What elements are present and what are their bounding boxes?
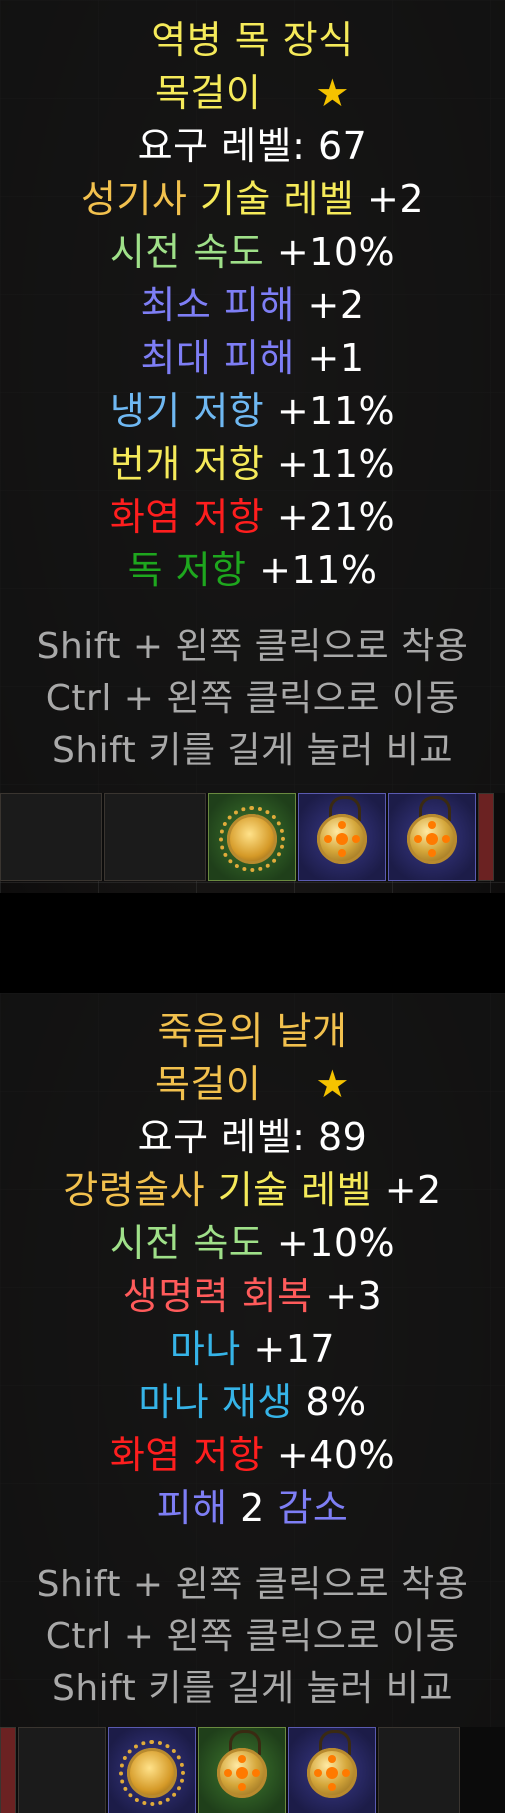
stat-value: +21% [276,495,396,539]
damage-reduction-stat: 피해 2 감소 [0,1482,505,1535]
item-tooltip: 죽음의 날개 목걸이 ★ 요구 레벨: 89 강령술사 기술 레벨 +2 시전 속… [0,993,505,1740]
star-icon: ★ [315,71,350,115]
stat-value: +2 [366,177,425,221]
fire-resist-stat: 화염 저항 +21% [0,491,505,544]
life-regen-stat: 생명력 회복 +3 [0,1270,505,1323]
stat-label: 피해 [156,1486,228,1530]
cross-amulet-icon [307,1748,357,1798]
item-type-line: 목걸이 ★ [0,1058,505,1111]
stat-value: +11% [276,442,396,486]
inventory-slot[interactable] [0,793,102,881]
inventory-slot[interactable] [18,1727,106,1813]
cross-amulet-icon [317,814,367,864]
move-hint: Ctrl + 왼쪽 클릭으로 이동 [45,678,460,719]
stat-value: +11% [259,548,378,592]
stat-label: 시전 속도 [109,1221,265,1265]
inventory-slot[interactable] [208,793,296,881]
item-tooltip: 역병 목 장식 목걸이 ★ 요구 레벨: 67 성기사 기술 레벨 +2 시전 속… [0,0,505,804]
stat-label: 화염 저항 [109,1433,265,1477]
min-damage-stat: 최소 피해 +2 [0,279,505,332]
class-name: 강령술사 [63,1168,206,1212]
sun-amulet-icon [119,1740,185,1806]
item-name: 역병 목 장식 [151,18,354,62]
inventory-slot[interactable] [378,1727,460,1813]
stat-value: +10% [276,1221,396,1265]
cast-rate-stat: 시전 속도 +10% [0,226,505,279]
stat-label: 냉기 저항 [109,389,265,433]
poison-resist-stat: 독 저항 +11% [0,544,505,597]
cross-amulet-icon [407,814,457,864]
inventory-slot[interactable] [288,1727,376,1813]
item-type: 목걸이 [155,1062,262,1106]
inventory-slot-row [0,793,505,881]
fire-resist-stat: 화염 저항 +40% [0,1429,505,1482]
sun-amulet-icon [219,806,285,872]
lightning-resist-stat: 번개 저항 +11% [0,438,505,491]
stat-label: 최대 피해 [140,336,295,380]
inventory-slot[interactable] [298,793,386,881]
stat-value: +1 [307,336,365,380]
item-tooltip-panel-1: 역병 목 장식 목걸이 ★ 요구 레벨: 67 성기사 기술 레벨 +2 시전 속… [0,0,505,893]
inventory-slot-row [0,1727,505,1813]
stat-value: +40% [276,1433,396,1477]
inventory-slot[interactable] [388,793,476,881]
max-damage-stat: 최대 피해 +1 [0,332,505,385]
class-name: 성기사 [80,177,188,221]
stat-value: +3 [325,1274,383,1318]
inventory-slot[interactable] [104,793,206,881]
item-type-line: 목걸이 ★ [0,67,505,120]
cast-rate-stat: 시전 속도 +10% [0,1217,505,1270]
skill-level-stat: 강령술사 기술 레벨 +2 [0,1164,505,1217]
compare-hint: Shift 키를 길게 눌러 비교 [51,730,454,771]
stat-value: +2 [384,1168,442,1212]
stat-label: 감소 [277,1486,349,1530]
stat-label: 기술 레벨 [217,1168,373,1212]
star-icon: ★ [315,1062,350,1106]
stat-value: 8% [305,1380,367,1424]
required-level: 요구 레벨: 89 [137,1115,368,1159]
tooltip-divider [0,597,505,621]
stat-label: 화염 저항 [109,495,265,539]
equip-hint: Shift + 왼쪽 클릭으로 착용 [36,626,469,667]
mana-stat: 마나 +17 [0,1323,505,1376]
item-name: 죽음의 날개 [157,1009,348,1053]
stat-value: +11% [276,389,396,433]
compare-hint: Shift 키를 길게 눌러 비교 [51,1668,454,1709]
stat-label: 시전 속도 [109,230,265,274]
inventory-slot-edge [478,793,494,881]
stat-label: 마나 재생 [138,1380,293,1424]
stat-value: +17 [253,1327,336,1371]
inventory-slot[interactable] [198,1727,286,1813]
stat-value: 2 [240,1486,265,1530]
required-level: 요구 레벨: 67 [137,124,368,168]
stat-value: +2 [307,283,365,327]
cold-resist-stat: 냉기 저항 +11% [0,385,505,438]
skill-level-stat: 성기사 기술 레벨 +2 [0,173,505,226]
item-type: 목걸이 [155,71,262,115]
tooltip-divider [0,1535,505,1559]
mana-regen-stat: 마나 재생 8% [0,1376,505,1429]
stat-value: +10% [276,230,396,274]
item-tooltip-panel-2: 죽음의 날개 목걸이 ★ 요구 레벨: 89 강령술사 기술 레벨 +2 시전 속… [0,993,505,1813]
stat-label: 생명력 회복 [122,1274,313,1318]
stat-label: 기술 레벨 [199,177,355,221]
equip-hint: Shift + 왼쪽 클릭으로 착용 [36,1564,469,1605]
stat-label: 번개 저항 [109,442,265,486]
move-hint: Ctrl + 왼쪽 클릭으로 이동 [45,1616,460,1657]
stat-label: 독 저항 [127,548,247,592]
cross-amulet-icon [217,1748,267,1798]
stat-label: 최소 피해 [140,283,295,327]
stat-label: 마나 [169,1327,241,1371]
inventory-slot[interactable] [108,1727,196,1813]
inventory-slot-edge [0,1727,16,1813]
